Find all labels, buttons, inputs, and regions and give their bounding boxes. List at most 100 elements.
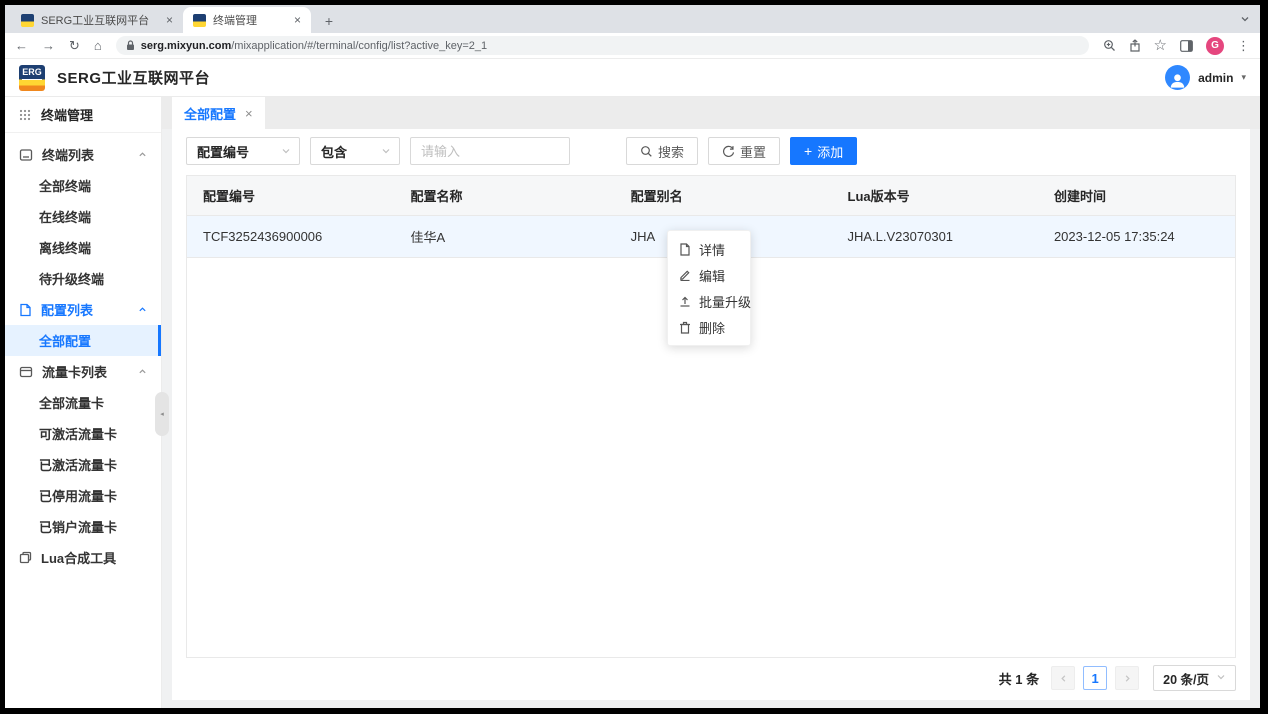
sidebar-group-config-list[interactable]: 配置列表	[5, 294, 161, 325]
grid-icon	[19, 109, 31, 120]
browser-window: SERG工业互联网平台 × 终端管理 × + ← → ↻ ⌂ serg.mixy…	[5, 5, 1260, 708]
cell-created-time: 2023-12-05 17:35:24	[1037, 215, 1235, 258]
reload-icon[interactable]: ↻	[69, 38, 80, 54]
plus-icon: +	[804, 143, 813, 159]
browser-tab-platform[interactable]: SERG工业互联网平台 ×	[11, 7, 183, 33]
forward-icon[interactable]: →	[42, 38, 55, 53]
sidebar-group-terminal-list[interactable]: 终端列表	[5, 139, 161, 170]
sidebar-item-all-sim-cards[interactable]: 全部流量卡	[5, 387, 161, 418]
trash-icon	[680, 321, 690, 334]
next-page-button[interactable]	[1115, 666, 1140, 690]
page-size-select[interactable]: 20 条/页	[1153, 665, 1236, 691]
table-header-row: 配置编号 配置名称 配置别名 Lua版本号 创建时间	[187, 176, 1235, 216]
chevron-up-icon	[138, 147, 147, 162]
url-domain: serg.mixyun.com	[140, 39, 232, 52]
config-list-icon	[19, 303, 32, 317]
side-panel-icon[interactable]	[1180, 39, 1193, 52]
sidebar-item-activatable-sim-cards[interactable]: 可激活流量卡	[5, 418, 161, 449]
chevron-down-icon	[281, 144, 291, 159]
sidebar-item-cancelled-sim-cards[interactable]: 已销户流量卡	[5, 511, 161, 542]
zoom-icon[interactable]	[1103, 39, 1116, 52]
context-menu-detail[interactable]: 详情	[668, 236, 750, 262]
chevron-left-icon	[1060, 674, 1065, 682]
chevron-up-icon	[138, 364, 147, 379]
browser-menu-icon[interactable]: ⋮	[1237, 38, 1250, 54]
config-panel: 配置编号 包含 搜索 重置	[172, 129, 1250, 700]
sidebar-item-offline-terminals[interactable]: 离线终端	[5, 232, 161, 263]
row-context-menu: 详情 编辑 批量升级 删除	[667, 230, 751, 346]
user-avatar-icon	[1165, 65, 1191, 90]
add-button[interactable]: + 添加	[790, 137, 858, 165]
col-lua-version: Lua版本号	[831, 176, 1038, 216]
app-header: ERG SERG工业互联网平台 admin ▾	[5, 59, 1260, 97]
tab-all-configs[interactable]: 全部配置 ×	[172, 97, 265, 129]
favicon	[193, 13, 206, 27]
sidebar-item-activated-sim-cards[interactable]: 已激活流量卡	[5, 449, 161, 480]
close-icon[interactable]: ×	[166, 13, 173, 27]
reset-button[interactable]: 重置	[708, 137, 781, 165]
cell-config-id: TCF3252436900006	[187, 215, 395, 258]
close-icon[interactable]: ×	[294, 13, 301, 27]
chevron-down-icon	[1216, 671, 1226, 685]
sidebar-item-all-terminals[interactable]: 全部终端	[5, 170, 161, 201]
context-menu-batch-upgrade[interactable]: 批量升级	[668, 288, 751, 314]
tab-label: 全部配置	[184, 106, 237, 122]
terminal-list-icon	[19, 148, 33, 162]
chevron-down-icon: ▾	[1241, 72, 1246, 82]
close-icon[interactable]: ×	[245, 106, 253, 121]
col-created-time: 创建时间	[1037, 176, 1235, 216]
filter-field-select[interactable]: 配置编号	[186, 137, 300, 165]
cell-lua-version: JHA.L.V23070301	[831, 215, 1038, 258]
url-path: /mixapplication/#/terminal/config/list?a…	[231, 39, 488, 52]
pagination: 共 1 条 1 20 条/页	[999, 665, 1236, 691]
filter-value-input[interactable]	[410, 137, 570, 165]
app-title: SERG工业互联网平台	[57, 70, 211, 87]
browser-urlbar: ← → ↻ ⌂ serg.mixyun.com/mixapplication/#…	[5, 33, 1260, 59]
browser-profile-avatar[interactable]: G	[1206, 36, 1224, 55]
sidebar-title: 终端管理	[5, 97, 161, 133]
browser-tab-title: SERG工业互联网平台	[41, 15, 150, 27]
chevron-down-icon[interactable]	[1240, 11, 1250, 29]
browser-tab-title: 终端管理	[213, 15, 257, 27]
bookmark-star-icon[interactable]: ☆	[1154, 38, 1167, 53]
lua-tool-icon	[19, 551, 32, 564]
sidebar-collapse-handle[interactable]: ◂	[155, 392, 169, 436]
upload-icon	[680, 296, 690, 307]
context-menu-edit[interactable]: 编辑	[668, 262, 750, 288]
sidebar-item-pending-upgrade-terminals[interactable]: 待升级终端	[5, 263, 161, 294]
serg-logo: ERG	[19, 64, 45, 91]
url-text: serg.mixyun.com/mixapplication/#/termina…	[141, 40, 487, 52]
username: admin	[1198, 70, 1234, 85]
filter-operator-select[interactable]: 包含	[310, 137, 400, 165]
col-config-alias: 配置别名	[614, 176, 832, 216]
search-button[interactable]: 搜索	[626, 137, 699, 165]
favicon	[21, 13, 34, 27]
back-icon[interactable]: ←	[15, 38, 28, 53]
page-tabbar: 全部配置 ×	[162, 97, 1260, 129]
chevron-down-icon	[381, 144, 391, 159]
sidebar-item-all-configs[interactable]: 全部配置	[5, 325, 161, 356]
search-icon	[641, 145, 652, 157]
col-config-name: 配置名称	[394, 176, 615, 216]
share-icon[interactable]	[1129, 39, 1141, 52]
content-area: 全部配置 × 配置编号 包含 请输入 搜索 重置 + 添加 配置编号 配置名称 …	[162, 97, 1260, 708]
sidebar-item-online-terminals[interactable]: 在线终端	[5, 201, 161, 232]
logo-text: ERG	[22, 65, 42, 80]
sidebar: 终端管理 终端列表 全部终端 在线终端 离线终端 待升级终端 配置列表 全部配置…	[5, 97, 169, 708]
browser-tab-terminal[interactable]: 终端管理 ×	[183, 7, 311, 33]
pagination-total: 共 1 条	[998, 671, 1040, 687]
home-icon[interactable]: ⌂	[94, 38, 102, 53]
new-tab-button[interactable]: +	[319, 13, 339, 29]
prev-page-button[interactable]	[1051, 666, 1076, 690]
edit-icon	[680, 270, 690, 281]
collapse-icon: ◂	[160, 411, 164, 418]
sidebar-group-sim-card-list[interactable]: 流量卡列表	[5, 356, 161, 387]
page-number-button[interactable]: 1	[1083, 666, 1108, 690]
address-bar[interactable]: serg.mixyun.com/mixapplication/#/termina…	[115, 36, 1089, 55]
lock-icon	[126, 40, 134, 50]
sim-card-list-icon	[19, 365, 33, 379]
user-menu[interactable]: admin ▾	[1165, 65, 1246, 90]
context-menu-delete[interactable]: 删除	[668, 314, 750, 340]
sidebar-item-suspended-sim-cards[interactable]: 已停用流量卡	[5, 480, 161, 511]
sidebar-item-lua-tool[interactable]: Lua合成工具	[5, 542, 161, 573]
